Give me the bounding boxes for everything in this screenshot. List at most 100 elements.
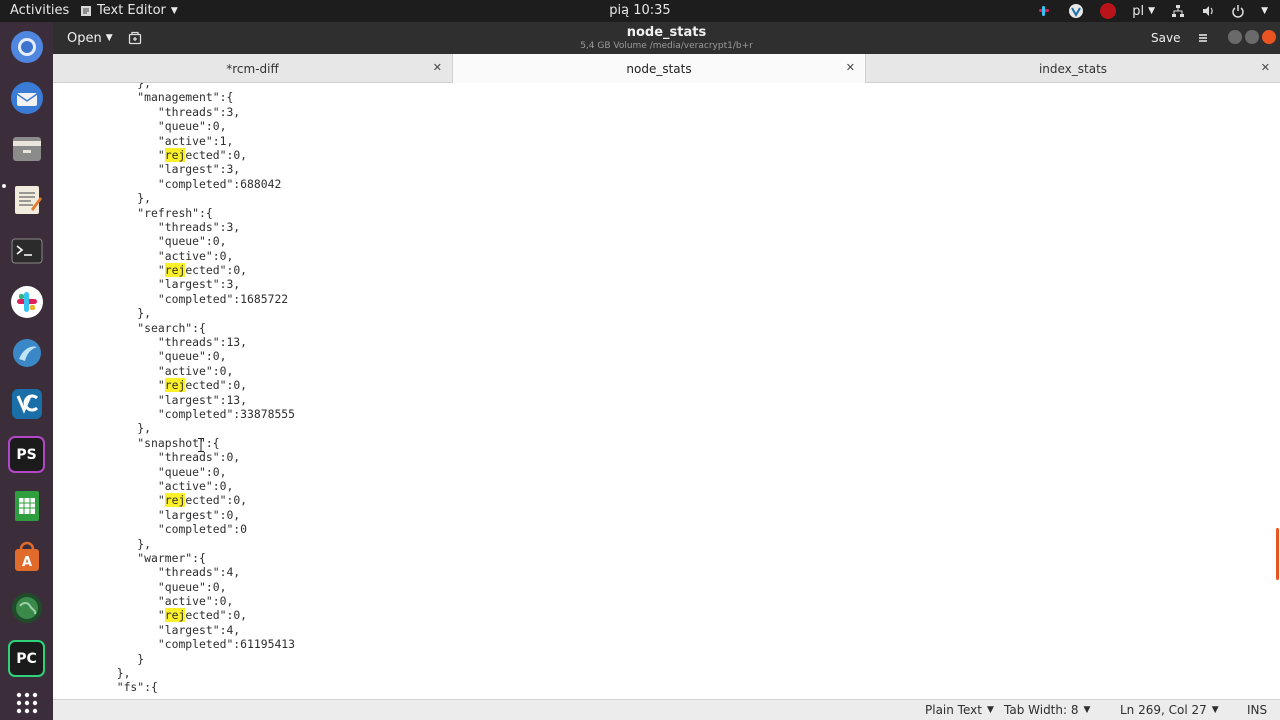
veracrypt-icon[interactable] xyxy=(8,385,45,422)
activities-button[interactable]: Activities xyxy=(10,3,69,18)
code-line: "rejected":0, xyxy=(55,608,248,623)
close-icon[interactable]: ✕ xyxy=(433,61,442,74)
tab-index-stats[interactable]: index_stats ✕ xyxy=(866,54,1280,83)
clock[interactable]: pią 10:35 xyxy=(609,3,670,18)
code-line: } xyxy=(55,651,145,666)
text-editor-icon[interactable] xyxy=(8,181,45,218)
new-document-icon xyxy=(128,31,142,45)
open-button-label: Open xyxy=(67,30,102,46)
veracrypt-tray-icon[interactable] xyxy=(1068,3,1084,19)
keyboard-layout-indicator[interactable]: pl ▼ xyxy=(1132,4,1155,19)
code-line: "snapshot":{ xyxy=(55,435,220,450)
code-line: "largest":3, xyxy=(55,277,241,292)
chevron-down-icon[interactable]: ▼ xyxy=(1261,6,1268,16)
software-center-icon[interactable]: A xyxy=(8,538,45,575)
code-line: "rejected":0, xyxy=(55,263,248,278)
app-icon-blue[interactable] xyxy=(8,334,45,371)
chevron-down-icon: ▼ xyxy=(986,705,994,715)
new-document-button[interactable] xyxy=(123,26,147,50)
tab-label: index_stats xyxy=(1038,61,1108,76)
open-button[interactable]: Open ▼ xyxy=(59,26,121,50)
svg-text:A: A xyxy=(21,555,31,570)
search-match-highlight: rej xyxy=(164,608,186,623)
code-line: "rejected":0, xyxy=(55,493,248,508)
tab-label: *rcm-diff xyxy=(226,61,279,76)
language-label: Plain Text xyxy=(925,703,982,717)
system-tray: pl ▼ ▼ xyxy=(1036,2,1268,20)
editor-text-area[interactable]: }, "management":{ "threads":3, "queue":0… xyxy=(53,83,1280,699)
hamburger-icon xyxy=(1199,34,1207,42)
insert-mode-label: INS xyxy=(1247,703,1268,717)
chromium-icon[interactable] xyxy=(8,28,45,65)
code-line: "completed":61195413 xyxy=(55,637,296,652)
code-line: }, xyxy=(55,666,131,681)
scroll-indicator[interactable] xyxy=(1276,528,1279,580)
code-line: "search":{ xyxy=(55,320,206,335)
slack-icon[interactable] xyxy=(8,283,45,320)
thunderbird-icon[interactable] xyxy=(8,79,45,116)
search-match-highlight: rej xyxy=(164,263,186,278)
header-bar: Open ▼ node_stats 5,4 GB Volume /media/v… xyxy=(53,22,1280,54)
power-icon[interactable] xyxy=(1231,4,1245,18)
code-line: "largest":0, xyxy=(55,507,241,522)
keyboard-layout-label: pl xyxy=(1132,3,1145,19)
minimize-button[interactable] xyxy=(1228,30,1242,44)
code-line: "active":0, xyxy=(55,594,234,609)
search-match-highlight: rej xyxy=(164,147,186,162)
code-line: "completed":688042 xyxy=(55,176,282,191)
code-line: "largest":3, xyxy=(55,162,241,177)
chevron-down-icon: ▼ xyxy=(1211,705,1219,715)
globe-icon[interactable] xyxy=(8,589,45,626)
tab-rcm-diff[interactable]: *rcm-diff ✕ xyxy=(53,54,453,83)
code-line: "refresh":{ xyxy=(55,205,213,220)
code-line: }, xyxy=(55,536,152,551)
window-title-block: node_stats 5,4 GB Volume /media/veracryp… xyxy=(53,25,1280,51)
window-subtitle: 5,4 GB Volume /media/veracrypt1/b+r xyxy=(580,41,753,51)
language-selector[interactable]: Plain Text ▼ xyxy=(925,703,994,717)
code-line: "threads":13, xyxy=(55,335,248,350)
pycharm-icon[interactable]: PC xyxy=(8,640,45,677)
close-window-button[interactable] xyxy=(1262,30,1276,44)
code-line: "threads":0, xyxy=(55,450,241,465)
code-line: "completed":33878555 xyxy=(55,406,296,421)
tab-node-stats[interactable]: node_stats ✕ xyxy=(453,54,866,83)
code-line: "fs":{ xyxy=(55,680,158,695)
code-line: "completed":1685722 xyxy=(55,291,289,306)
dock: PS A PC xyxy=(0,22,53,720)
code-line: "completed":0 xyxy=(55,522,248,537)
terminal-icon[interactable] xyxy=(8,232,45,269)
code-line: "largest":13, xyxy=(55,392,248,407)
tab-width-selector[interactable]: Tab Width: 8 ▼ xyxy=(1004,703,1090,717)
search-match-highlight: rej xyxy=(164,493,186,508)
code-line: }, xyxy=(55,83,152,90)
app-menu[interactable]: Text Editor ▼ xyxy=(80,3,178,18)
phpstorm-icon[interactable]: PS xyxy=(8,436,45,473)
network-icon[interactable] xyxy=(1171,4,1185,18)
volume-icon[interactable] xyxy=(1201,4,1215,18)
slack-tray-icon[interactable] xyxy=(1036,3,1052,19)
code-line: "rejected":0, xyxy=(55,378,248,393)
code-line: "management":{ xyxy=(55,90,234,105)
insert-mode-indicator[interactable]: INS xyxy=(1247,703,1267,717)
files-icon[interactable] xyxy=(8,130,45,167)
record-tray-icon[interactable] xyxy=(1100,3,1117,19)
top-bar: Activities Text Editor ▼ pią 10:35 pl ▼ xyxy=(0,0,1280,22)
code-content: }, "management":{ "threads":3, "queue":0… xyxy=(55,83,295,695)
code-line: "active":0, xyxy=(55,363,234,378)
save-button[interactable]: Save xyxy=(1143,26,1188,50)
cursor-position-selector[interactable]: Ln 269, Col 27 ▼ xyxy=(1120,703,1219,717)
tab-label: node_stats xyxy=(626,61,692,76)
code-line: "rejected":0, xyxy=(55,147,248,162)
tab-width-label: Tab Width: 8 xyxy=(1004,703,1079,717)
hamburger-menu-button[interactable] xyxy=(1193,28,1213,48)
text-editor-small-icon xyxy=(81,5,91,16)
tab-bar: *rcm-diff ✕ node_stats ✕ index_stats ✕ xyxy=(53,54,1280,83)
search-match-highlight: rej xyxy=(164,378,186,393)
close-icon[interactable]: ✕ xyxy=(846,61,855,74)
code-line: }, xyxy=(55,191,152,206)
calc-icon[interactable] xyxy=(8,487,45,524)
code-line: "threads":3, xyxy=(55,219,241,234)
maximize-button[interactable] xyxy=(1245,30,1259,44)
close-icon[interactable]: ✕ xyxy=(1261,61,1270,74)
show-apps-icon[interactable] xyxy=(8,684,45,720)
